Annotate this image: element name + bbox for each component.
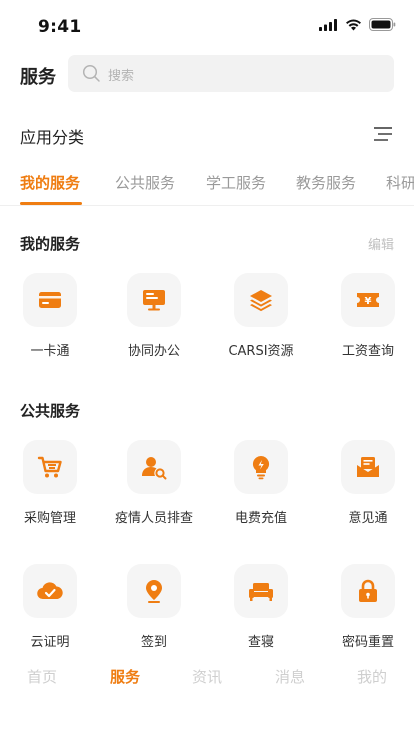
mail-icon	[341, 440, 395, 494]
tab-academic-affairs[interactable]: 教务服务	[296, 172, 356, 193]
section-title-public-services: 公共服务	[20, 402, 81, 420]
salary-ticket-icon: ¥	[341, 273, 395, 327]
filter-list-icon[interactable]	[374, 126, 392, 142]
service-item-password-reset[interactable]: 密码重置	[318, 564, 414, 654]
service-label: 疫情人员排查	[114, 511, 193, 526]
status-icons	[319, 18, 396, 31]
nav-services[interactable]: 服务	[95, 666, 155, 687]
tab-my-services[interactable]: 我的服务	[20, 172, 80, 193]
service-item-procurement[interactable]: 采购管理	[0, 440, 100, 530]
nav-profile[interactable]: 我的	[342, 666, 402, 687]
location-pin-icon	[127, 564, 181, 618]
card-icon	[23, 273, 77, 327]
service-item-dorm-check[interactable]: 查寝	[211, 564, 311, 654]
service-item-check-in[interactable]: 签到	[104, 564, 204, 654]
service-item-collab-office[interactable]: 协同办公	[104, 273, 204, 363]
status-bar: 9:41	[0, 0, 414, 52]
nav-news[interactable]: 资讯	[177, 666, 237, 687]
service-item-carsi[interactable]: CARSI资源	[211, 273, 311, 363]
cloud-check-icon	[23, 564, 77, 618]
svg-text:¥: ¥	[365, 296, 372, 307]
lock-icon	[341, 564, 395, 618]
bed-icon	[234, 564, 288, 618]
nav-messages[interactable]: 消息	[260, 666, 320, 687]
status-time: 9:41	[38, 17, 82, 37]
service-label: 工资查询	[341, 344, 394, 359]
service-item-campus-card[interactable]: 一卡通	[0, 273, 100, 363]
page-title: 服务	[20, 67, 56, 88]
nav-home[interactable]: 首页	[12, 666, 72, 687]
service-label: 协同办公	[127, 344, 180, 359]
service-label: 电费充值	[234, 511, 287, 526]
bottom-nav: 首页 服务 资讯 消息 我的	[0, 666, 414, 696]
edit-button[interactable]: 编辑	[368, 234, 394, 253]
battery-icon	[369, 18, 396, 31]
layers-icon	[234, 273, 288, 327]
service-item-epidemic-check[interactable]: 疫情人员排查	[104, 440, 204, 530]
lightbulb-icon	[234, 440, 288, 494]
tab-public-services[interactable]: 公共服务	[115, 172, 175, 193]
public-services-header: 公共服务	[0, 400, 414, 422]
wifi-icon	[346, 19, 361, 30]
section-title-my-services: 我的服务	[20, 235, 81, 253]
signal-icon	[319, 18, 337, 31]
search-icon	[82, 64, 100, 82]
service-item-electricity[interactable]: 电费充值	[211, 440, 311, 530]
service-label: 采购管理	[23, 511, 76, 526]
my-services-header: 我的服务 编辑	[0, 233, 414, 255]
header: 服务 搜索	[0, 55, 414, 93]
category-title: 应用分类	[20, 128, 85, 147]
my-services-grid: 一卡通 协同办公 CARSI资源 ¥ 工资查询	[0, 273, 414, 363]
category-header: 应用分类	[0, 124, 414, 147]
cart-icon	[23, 440, 77, 494]
service-label: 签到	[140, 635, 167, 650]
service-item-cloud-certificate[interactable]: 云证明	[0, 564, 100, 654]
search-input[interactable]: 搜索	[68, 55, 394, 92]
public-services-grid-row-1: 采购管理 疫情人员排查 电费充值 意见通	[0, 440, 414, 530]
service-label: 密码重置	[341, 635, 394, 650]
active-tab-indicator	[20, 202, 82, 205]
tab-student-affairs[interactable]: 学工服务	[206, 172, 266, 193]
person-search-icon	[127, 440, 181, 494]
service-label: 云证明	[30, 635, 70, 650]
service-item-salary[interactable]: ¥ 工资查询	[318, 273, 414, 363]
search-placeholder: 搜索	[108, 69, 135, 84]
service-label: 一卡通	[30, 344, 70, 359]
service-label: 意见通	[348, 511, 388, 526]
public-services-grid-row-2: 云证明 签到 查寝 密码重置	[0, 564, 414, 654]
service-label: 查寝	[247, 635, 274, 650]
service-label: CARSI资源	[228, 344, 294, 359]
tab-research[interactable]: 科研	[386, 172, 414, 193]
monitor-icon	[127, 273, 181, 327]
service-item-feedback[interactable]: 意见通	[318, 440, 414, 530]
category-tabs: 我的服务 公共服务 学工服务 教务服务 科研	[0, 170, 414, 206]
